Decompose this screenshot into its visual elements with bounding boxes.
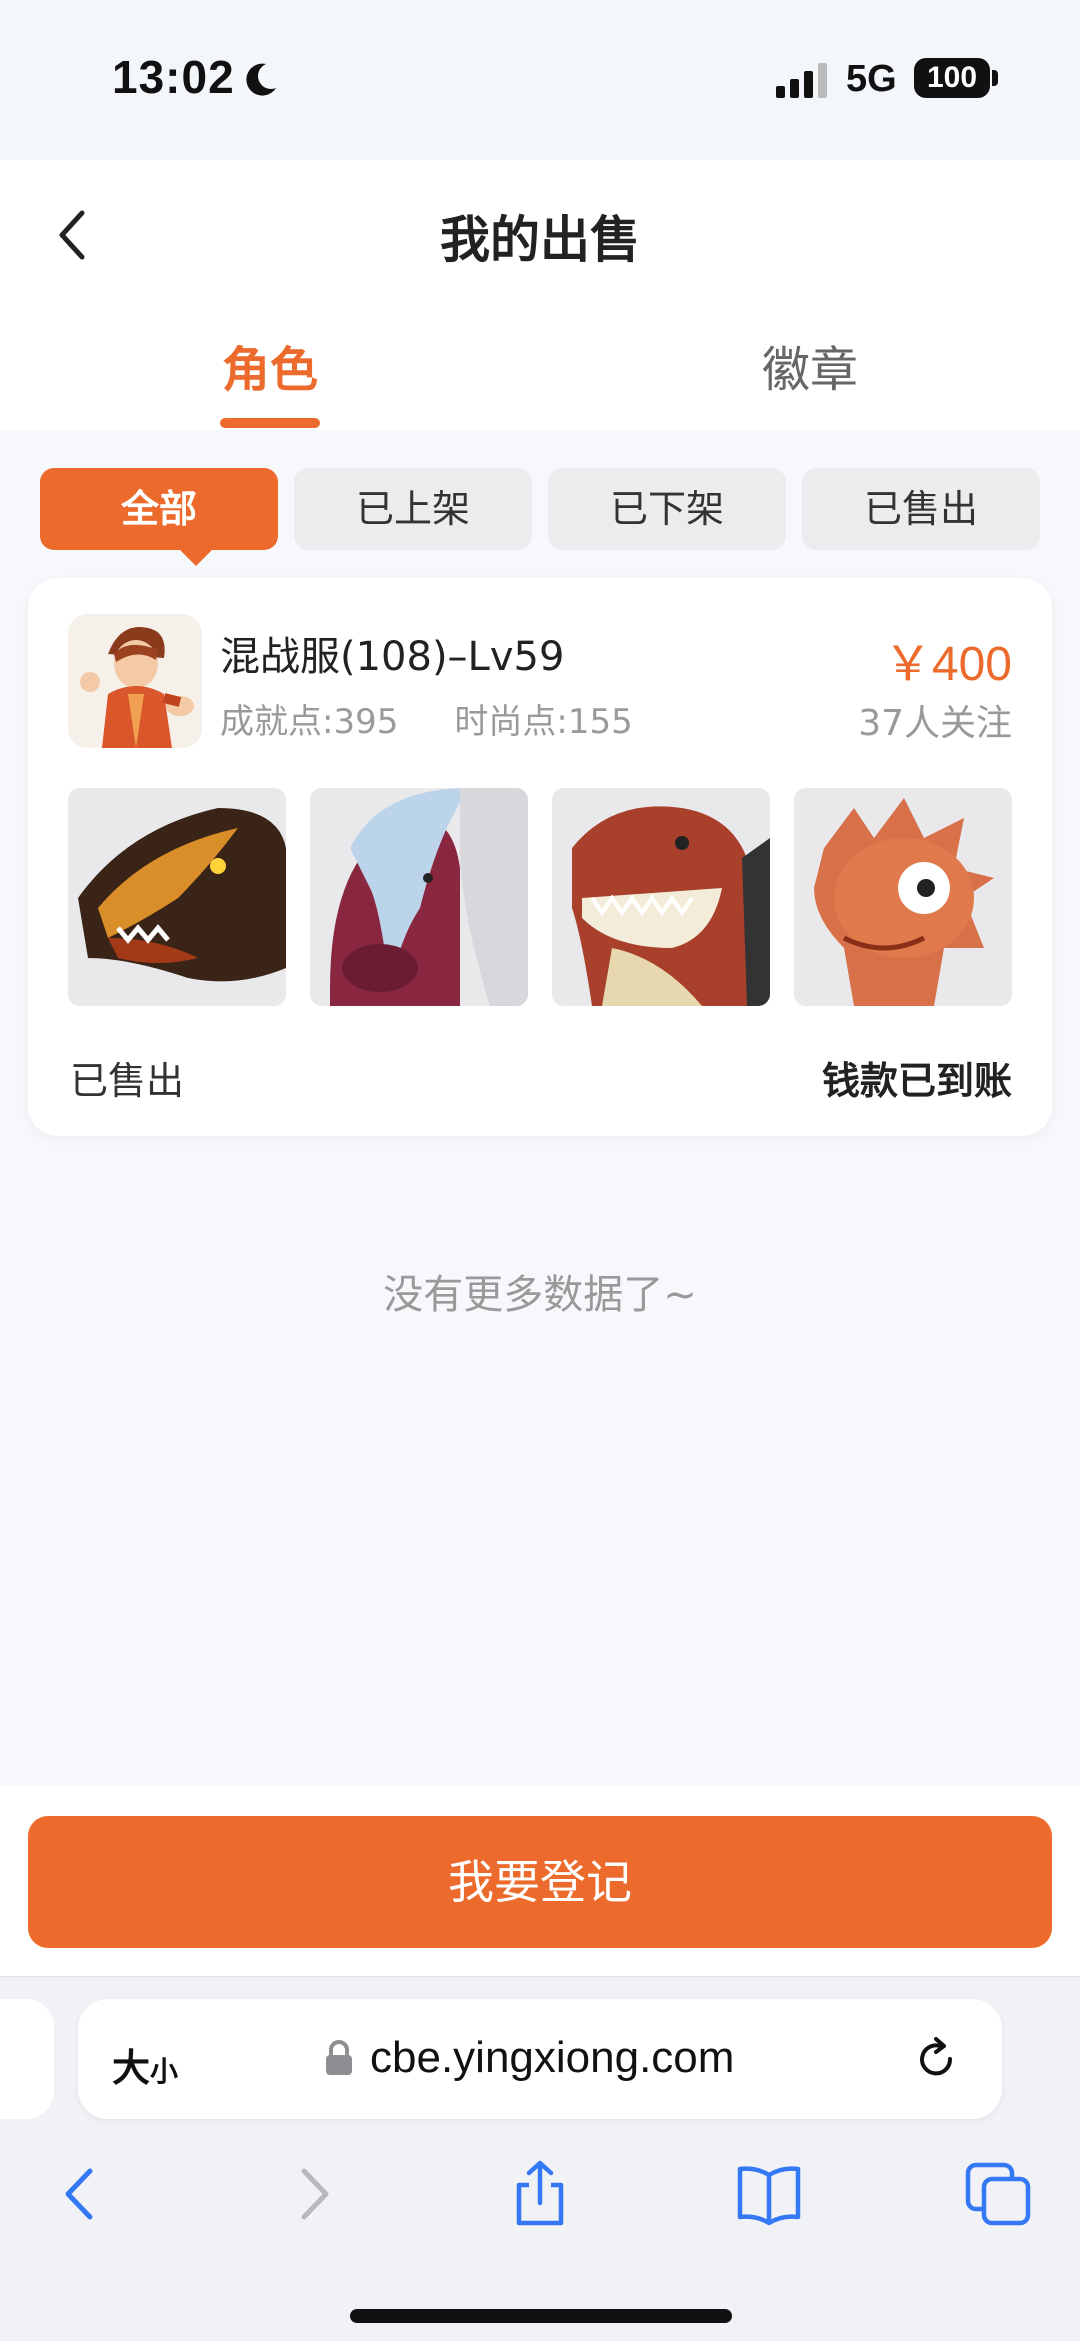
character-avatar bbox=[68, 614, 202, 748]
fashion-points: 时尚点:155 bbox=[454, 702, 633, 742]
filter-all[interactable]: 全部 bbox=[40, 468, 278, 550]
previous-tab-card[interactable] bbox=[0, 1999, 54, 2119]
sale-status: 已售出 bbox=[70, 1059, 185, 1103]
page-header: 我的出售 角色 徽章 bbox=[0, 160, 1080, 430]
lizard-pet-thumbnail bbox=[794, 788, 1012, 1006]
text-size-small: 小 bbox=[150, 2055, 179, 2088]
tabs-icon[interactable] bbox=[964, 2159, 1034, 2229]
lock-icon bbox=[326, 2040, 352, 2075]
tab-role[interactable]: 角色 bbox=[120, 330, 420, 400]
achievement-points: 成就点:395 bbox=[220, 702, 399, 742]
status-time: 13:02 bbox=[112, 51, 235, 103]
network-label: 5G bbox=[846, 58, 897, 100]
active-filter-pointer bbox=[178, 548, 214, 566]
text-size-large: 大 bbox=[112, 2046, 151, 2090]
no-more-data: 没有更多数据了~ bbox=[383, 1272, 697, 1318]
reload-icon[interactable] bbox=[912, 2035, 960, 2083]
tab-badge[interactable]: 徽章 bbox=[660, 330, 960, 400]
active-tab-indicator bbox=[220, 418, 320, 428]
horse-mount-thumbnail bbox=[310, 788, 528, 1006]
pet-thumbnails bbox=[68, 788, 1012, 1006]
address-bar[interactable]: 大小 cbe.yingxiong.com bbox=[78, 1999, 1002, 2119]
bottom-action-bar: 我要登记 bbox=[0, 1786, 1080, 1976]
back-icon[interactable] bbox=[46, 2159, 116, 2229]
follower-count: 37人关注 bbox=[858, 703, 1012, 744]
filter-row: 全部 已上架 已下架 已售出 bbox=[40, 468, 1040, 566]
dinosaur-pet-thumbnail bbox=[552, 788, 770, 1006]
browser-toolbar: 大小 cbe.yingxiong.com bbox=[0, 1976, 1080, 2341]
dragon-pet-thumbnail bbox=[68, 788, 286, 1006]
filter-unlisted[interactable]: 已下架 bbox=[548, 468, 786, 550]
share-icon[interactable] bbox=[505, 2159, 575, 2229]
moon-icon bbox=[246, 63, 276, 96]
listing-price: ￥400 bbox=[883, 638, 1012, 691]
battery-icon: 100 bbox=[914, 58, 990, 98]
forward-icon[interactable] bbox=[278, 2159, 348, 2229]
filter-listed[interactable]: 已上架 bbox=[294, 468, 532, 550]
bookmarks-icon[interactable] bbox=[734, 2159, 804, 2229]
listing-title: 混战服(108)–Lv59 bbox=[220, 634, 565, 680]
filter-sold[interactable]: 已售出 bbox=[802, 468, 1040, 550]
register-button[interactable]: 我要登记 bbox=[28, 1816, 1052, 1948]
listing-stats: 成就点:395 时尚点:155 bbox=[220, 694, 633, 743]
page-title: 我的出售 bbox=[440, 211, 640, 269]
text-size-button[interactable]: 大小 bbox=[112, 2037, 178, 2092]
battery-tip bbox=[992, 70, 998, 86]
status-bar: 13:02 5G 100 bbox=[0, 0, 1080, 160]
payment-status: 钱款已到账 bbox=[821, 1059, 1012, 1103]
home-indicator bbox=[350, 2309, 732, 2323]
url-text: cbe.yingxiong.com bbox=[370, 2033, 735, 2082]
listing-card[interactable]: 混战服(108)–Lv59 成就点:395 时尚点:155 ￥400 37人关注 bbox=[28, 578, 1052, 1136]
signal-icon bbox=[776, 63, 827, 98]
